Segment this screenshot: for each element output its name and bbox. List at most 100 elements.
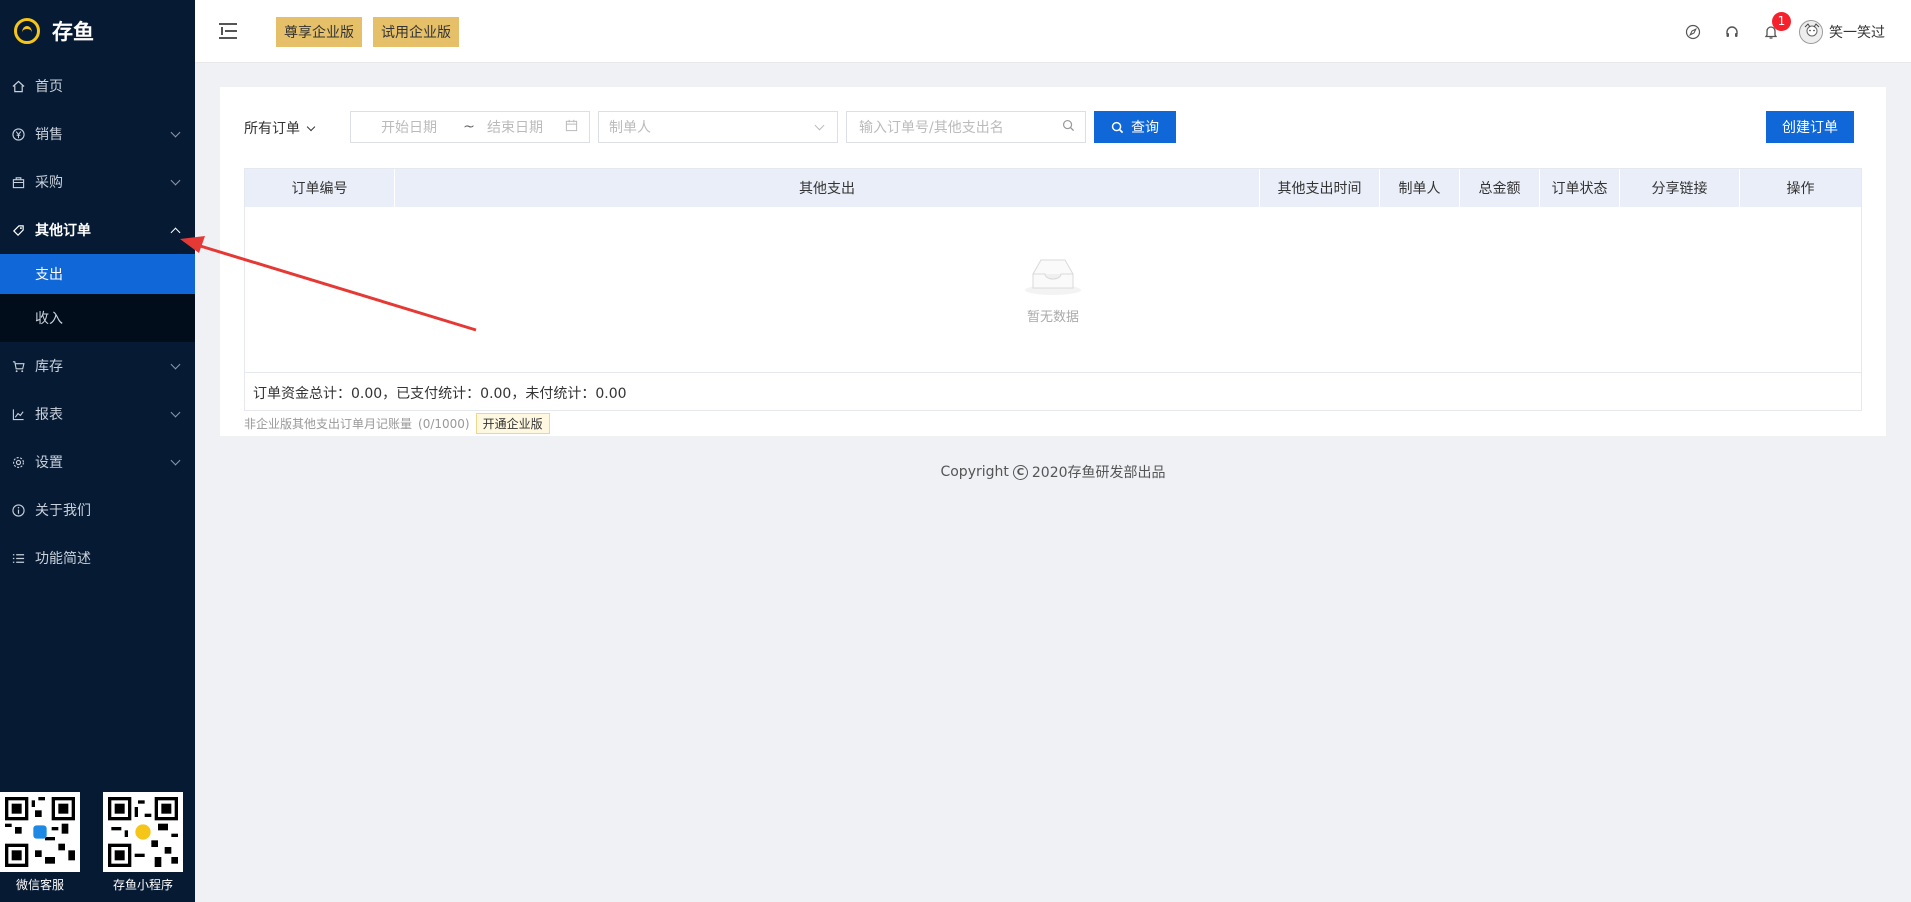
premium-edition-button[interactable]: 尊享企业版 <box>276 17 362 47</box>
sidebar-item-label: 其他订单 <box>35 223 91 239</box>
date-range-separator: ~ <box>463 119 475 135</box>
limit-text: 非企业版其他支出订单月记账量 <box>244 417 413 431</box>
sidebar-subitem-income[interactable]: 收入 <box>0 294 195 342</box>
query-label: 查询 <box>1131 119 1159 135</box>
headset-icon[interactable] <box>1721 21 1743 43</box>
column-header: 其他支出时间 <box>1260 169 1380 207</box>
sidebar-item-label: 设置 <box>35 455 63 471</box>
sidebar-item-purchase[interactable]: 采购 <box>0 158 195 206</box>
query-button[interactable]: 查询 <box>1094 111 1176 143</box>
miniprogram-qr <box>103 792 183 872</box>
notification-badge: 1 <box>1772 11 1791 31</box>
search-icon <box>1111 121 1124 134</box>
calendar-icon <box>565 119 578 136</box>
column-header: 制单人 <box>1380 169 1460 207</box>
tag-icon <box>11 223 26 238</box>
sidebar-item-features[interactable]: 功能简述 <box>0 534 195 582</box>
sidebar-item-reports[interactable]: 报表 <box>0 390 195 438</box>
trial-edition-button[interactable]: 试用企业版 <box>373 17 459 47</box>
copyright-icon: C <box>1012 464 1028 480</box>
sidebar-item-sales[interactable]: 销售 <box>0 110 195 158</box>
order-type-label: 所有订单 <box>244 121 300 137</box>
column-header: 分享链接 <box>1620 169 1740 207</box>
qr-code-icon <box>108 797 178 867</box>
qr-label: 微信客服 <box>15 878 64 892</box>
order-summary: 订单资金总计：0.00，已支付统计：0.00，未付统计：0.00 <box>253 386 627 402</box>
sidebar-item-label: 关于我们 <box>35 503 91 519</box>
sidebar-item-label: 首页 <box>35 79 63 95</box>
order-type-dropdown[interactable]: 所有订单 <box>244 118 316 138</box>
empty-inbox-icon <box>1021 254 1085 300</box>
chart-icon <box>11 407 26 422</box>
sidebar-menu: 首页 销售 采购 其他订单 支出 收入 库存 报表 设置 关于我们 功能简述 <box>0 62 195 582</box>
sidebar-item-settings[interactable]: 设置 <box>0 438 195 486</box>
sidebar-subitem-expense[interactable]: 支出 <box>0 254 195 294</box>
column-header: 订单状态 <box>1540 169 1620 207</box>
topbar-actions: 1 笑一笑过 <box>1682 0 1911 63</box>
empty-text: 暂无数据 <box>1026 310 1079 325</box>
table-header: 订单编号 其他支出 其他支出时间 制单人 总金额 订单状态 分享链接 操作 <box>245 169 1861 207</box>
username[interactable]: 笑一笑过 <box>1829 22 1885 42</box>
date-range-picker[interactable]: 开始日期 ~ 结束日期 <box>350 111 590 143</box>
chevron-down-icon <box>170 359 181 369</box>
copyright-text: 2020存鱼研发部出品 <box>1031 465 1166 481</box>
qr-code-icon <box>5 797 75 867</box>
monthly-limit: 非企业版其他支出订单月记账量 (0/1000) 开通企业版 <box>244 413 550 434</box>
chevron-down-icon <box>170 407 181 417</box>
sidebar-item-inventory[interactable]: 库存 <box>0 342 195 390</box>
sidebar-item-about[interactable]: 关于我们 <box>0 486 195 534</box>
home-icon <box>11 79 26 94</box>
bag-icon <box>11 175 26 190</box>
copyright-prefix: Copyright <box>940 464 1009 480</box>
bell-icon[interactable]: 1 <box>1760 11 1791 43</box>
orders-table: 订单编号 其他支出 其他支出时间 制单人 总金额 订单状态 分享链接 操作 暂无… <box>244 168 1862 411</box>
yen-icon <box>11 127 26 142</box>
topbar: 尊享企业版 试用企业版 1 笑一笑过 <box>195 0 1911 63</box>
search-placeholder: 输入订单号/其他支出名 <box>859 120 1004 136</box>
chevron-down-icon <box>170 175 181 185</box>
maker-select[interactable]: 制单人 <box>598 111 838 143</box>
create-order-button[interactable]: 创建订单 <box>1766 111 1854 143</box>
column-header: 总金额 <box>1460 169 1540 207</box>
fish-logo-icon <box>14 18 40 44</box>
column-header: 订单编号 <box>245 169 395 207</box>
start-date-input[interactable]: 开始日期 <box>381 117 453 137</box>
chevron-down-icon <box>814 120 825 130</box>
upgrade-enterprise-button[interactable]: 开通企业版 <box>475 413 550 434</box>
expense-orders-panel: 所有订单 开始日期 ~ 结束日期 制单人 输入订单号/其他支出名 查询 创建订单… <box>220 87 1886 436</box>
maker-placeholder: 制单人 <box>609 120 651 136</box>
limit-count: (0/1000) <box>418 416 470 431</box>
sidebar-item-label: 库存 <box>35 359 63 375</box>
chevron-down-icon <box>170 127 181 137</box>
avatar[interactable] <box>1799 19 1823 44</box>
column-header: 操作 <box>1786 181 1815 197</box>
chevron-up-icon <box>170 227 181 237</box>
other-orders-submenu: 支出 收入 <box>0 254 195 342</box>
sidebar-item-label: 报表 <box>35 407 63 423</box>
footer: Copyright C 2020存鱼研发部出品 <box>195 462 1911 482</box>
sidebar-item-label: 功能简述 <box>35 551 91 567</box>
qr-label: 存鱼小程序 <box>112 878 173 892</box>
chevron-down-icon <box>170 455 181 465</box>
search-icon <box>1062 119 1075 136</box>
column-header: 其他支出 <box>395 169 1260 207</box>
qr-codes: 微信客服 存鱼小程序 <box>0 792 195 902</box>
sidebar: 存鱼 首页 销售 采购 其他订单 支出 收入 库存 报表 设置 关于我们 功能简… <box>0 0 195 902</box>
wechat-service-qr <box>0 792 80 872</box>
cart-icon <box>11 359 26 374</box>
sidebar-item-label: 销售 <box>35 127 63 143</box>
compass-icon[interactable] <box>1682 21 1704 43</box>
app-name: 存鱼 <box>52 20 94 44</box>
info-icon <box>11 503 26 518</box>
sidebar-item-home[interactable]: 首页 <box>0 62 195 110</box>
empty-state: 暂无数据 <box>245 207 1861 373</box>
sidebar-item-label: 采购 <box>35 175 63 191</box>
menu-collapse-icon[interactable] <box>219 22 239 40</box>
end-date-input[interactable]: 结束日期 <box>487 117 559 137</box>
list-icon <box>11 551 26 566</box>
sidebar-item-other-orders[interactable]: 其他订单 <box>0 206 195 254</box>
order-search-input[interactable]: 输入订单号/其他支出名 <box>846 111 1086 143</box>
chevron-down-icon <box>306 122 316 131</box>
gear-icon <box>11 455 26 470</box>
logo[interactable]: 存鱼 <box>0 0 195 62</box>
